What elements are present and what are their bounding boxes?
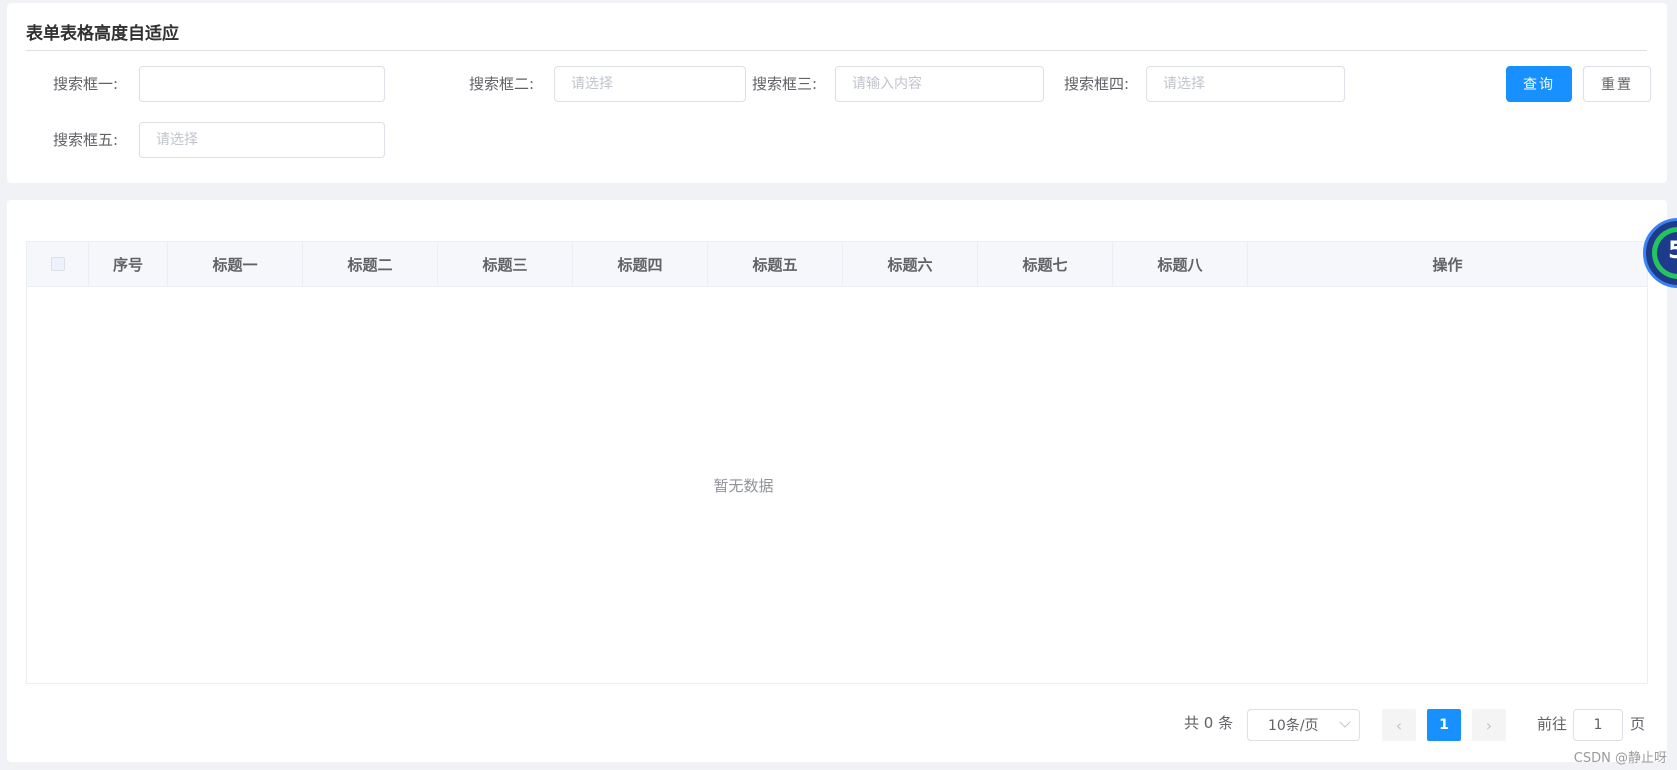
query-button[interactable]: 查询 [1506, 66, 1572, 102]
column-header: 标题三 [438, 242, 573, 286]
search-select-2[interactable] [554, 66, 746, 102]
search-label-5: 搜索框五: [53, 131, 119, 149]
column-header: 标题七 [978, 242, 1113, 286]
column-header: 标题五 [708, 242, 843, 286]
search-panel: 表单表格高度自适应 搜索框一: 搜索框二: 搜索框三: 搜索框四: 查询 重置 … [7, 3, 1667, 183]
goto-label: 前往 [1537, 715, 1568, 733]
search-label-4: 搜索框四: [1064, 75, 1130, 93]
search-select-5[interactable] [139, 122, 385, 158]
reset-button[interactable]: 重置 [1583, 66, 1651, 102]
search-label-3: 搜索框三: [752, 75, 818, 93]
chevron-right-icon: › [1485, 715, 1493, 735]
select-all-cell[interactable] [27, 242, 89, 286]
page-suffix: 页 [1630, 715, 1646, 733]
goto-page-input[interactable]: 1 [1573, 709, 1623, 741]
search-label-1: 搜索框一: [53, 75, 119, 93]
column-header-actions: 操作 [1432, 255, 1463, 274]
chevron-left-icon: ‹ [1395, 715, 1403, 735]
search-select-4[interactable] [1146, 66, 1345, 102]
column-header: 标题四 [573, 242, 708, 286]
data-table: 序号 标题一 标题二 标题三 标题四 标题五 标题六 标题七 标题八 操作 暂无… [26, 241, 1648, 684]
column-header: 标题八 [1113, 242, 1248, 286]
pagination-total: 共 0 条 [1184, 714, 1234, 732]
chevron-down-icon [1339, 716, 1351, 728]
page-size-value: 10条/页 [1268, 718, 1319, 734]
prev-page-button[interactable]: ‹ [1382, 709, 1416, 741]
empty-state-text: 暂无数据 [713, 476, 774, 495]
title-divider [26, 50, 1647, 51]
column-header: 标题六 [843, 242, 978, 286]
search-label-2: 搜索框二: [469, 75, 535, 93]
select-all-checkbox[interactable] [50, 257, 65, 271]
column-header: 序号 [89, 242, 168, 286]
column-header: 标题一 [168, 242, 303, 286]
search-input-1[interactable] [139, 66, 385, 102]
page-title: 表单表格高度自适应 [26, 24, 179, 44]
search-input-3[interactable] [835, 66, 1044, 102]
column-header: 标题二 [303, 242, 438, 286]
watermark: CSDN @静止呀 [1573, 751, 1667, 766]
next-page-button[interactable]: › [1472, 709, 1506, 741]
page-size-select[interactable]: 10条/页 [1247, 709, 1360, 741]
table-panel: 序号 标题一 标题二 标题三 标题四 标题五 标题六 标题七 标题八 操作 暂无… [7, 200, 1667, 762]
floating-widget-value: 5 [1668, 236, 1677, 264]
page-number-current[interactable]: 1 [1427, 709, 1461, 741]
table-header: 序号 标题一 标题二 标题三 标题四 标题五 标题六 标题七 标题八 操作 [27, 242, 1647, 287]
